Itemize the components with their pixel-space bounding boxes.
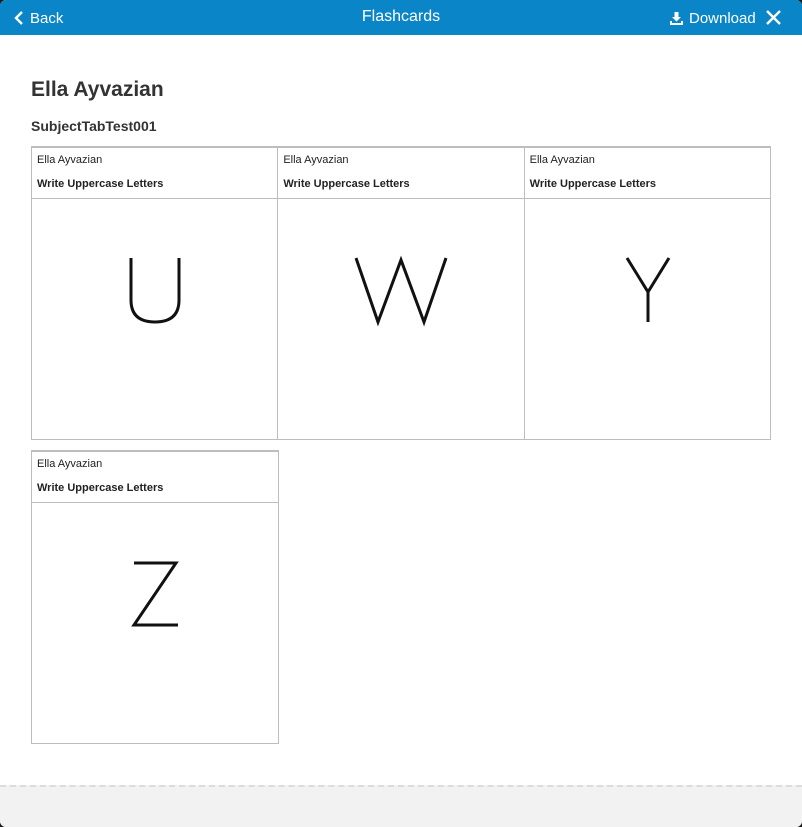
flashcard-student-name: Ella Ayvazian bbox=[529, 154, 595, 166]
flashcard-letter bbox=[32, 558, 278, 638]
close-icon bbox=[766, 10, 781, 25]
flashcard-header: Ella Ayvazian Write Uppercase Letters bbox=[524, 148, 770, 199]
back-button[interactable]: Back bbox=[14, 8, 63, 28]
flashcard-student-name: Ella Ayvazian bbox=[37, 154, 103, 166]
back-label: Back bbox=[30, 9, 64, 27]
letter-y-glyph bbox=[626, 257, 671, 322]
flashcard: Ella Ayvazian Write Uppercase Letters bbox=[523, 148, 770, 439]
flashcards-modal: Back Flashcards Download Ella Ayvazian S… bbox=[0, 0, 802, 827]
flashcard-header: Ella Ayvazian Write Uppercase Letters bbox=[32, 148, 278, 199]
download-icon bbox=[670, 11, 683, 25]
letter-u-glyph bbox=[129, 258, 181, 324]
flashcard: Ella Ayvazian Write Uppercase Letters bbox=[277, 148, 524, 439]
flashcard-header: Ella Ayvazian Write Uppercase Letters bbox=[278, 148, 524, 199]
top-bar: Back Flashcards Download bbox=[0, 0, 802, 35]
flashcard-header: Ella Ayvazian Write Uppercase Letters bbox=[32, 452, 278, 503]
letter-w-glyph bbox=[354, 255, 448, 327]
flashcard: Ella Ayvazian Write Uppercase Letters bbox=[32, 452, 278, 743]
flashcard-task: Write Uppercase Letters bbox=[283, 178, 410, 190]
download-label: Download bbox=[689, 9, 756, 27]
flashcard-body bbox=[32, 199, 277, 439]
letter-z-glyph bbox=[131, 561, 179, 627]
flashcard-body bbox=[32, 503, 278, 743]
subject-label: SubjectTabTest001 bbox=[31, 118, 157, 134]
modal-footer bbox=[0, 785, 802, 827]
download-button[interactable]: Download bbox=[670, 9, 756, 27]
flashcard-task: Write Uppercase Letters bbox=[37, 178, 164, 190]
flashcard-body bbox=[525, 199, 770, 439]
flashcard-task: Write Uppercase Letters bbox=[37, 482, 164, 494]
flashcard-letter bbox=[278, 254, 523, 334]
close-button[interactable] bbox=[765, 9, 782, 26]
chevron-left-icon bbox=[14, 11, 23, 25]
flashcard-row: Ella Ayvazian Write Uppercase Letters El… bbox=[31, 146, 771, 440]
flashcard-letter bbox=[32, 254, 277, 334]
flashcard-student-name: Ella Ayvazian bbox=[283, 154, 349, 166]
flashcard-body bbox=[278, 199, 523, 439]
flashcard-letter bbox=[525, 254, 770, 334]
flashcard-task: Write Uppercase Letters bbox=[529, 178, 657, 190]
flashcard-row: Ella Ayvazian Write Uppercase Letters bbox=[31, 450, 279, 744]
flashcard: Ella Ayvazian Write Uppercase Letters bbox=[32, 148, 278, 439]
flashcard-student-name: Ella Ayvazian bbox=[37, 458, 103, 470]
student-name-heading: Ella Ayvazian bbox=[31, 78, 164, 101]
